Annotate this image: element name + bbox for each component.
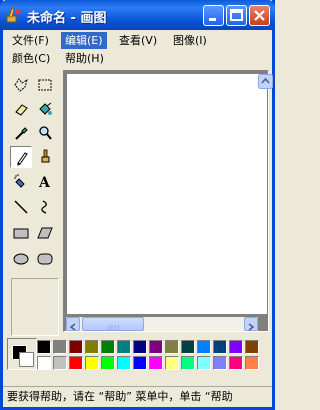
fill-icon <box>39 102 52 115</box>
menu-edit[interactable]: 编辑(E) <box>61 32 107 49</box>
magnifier-icon <box>39 126 52 140</box>
scroll-up-arrow-icon[interactable] <box>258 74 273 89</box>
color-swatch[interactable] <box>181 340 195 354</box>
polygon-tool[interactable] <box>34 222 56 244</box>
color-swatch[interactable] <box>85 356 99 370</box>
color-picker-icon <box>15 127 28 140</box>
minimize-button[interactable] <box>203 5 224 26</box>
color-swatch[interactable] <box>229 340 243 354</box>
rounded-rectangle-tool[interactable] <box>34 248 56 270</box>
color-swatch[interactable] <box>133 340 147 354</box>
eraser-tool[interactable] <box>10 98 32 120</box>
scroll-left-icon <box>69 323 76 331</box>
text-tool[interactable]: A <box>34 170 56 192</box>
scroll-left-button[interactable] <box>66 317 80 331</box>
color-swatch[interactable] <box>133 356 147 370</box>
brush-icon <box>41 149 50 163</box>
color-swatch[interactable] <box>37 356 51 370</box>
menu-image[interactable]: 图像(I) <box>169 32 211 49</box>
color-swatch[interactable] <box>101 356 115 370</box>
menu-bar: 文件(F) 编辑(E) 查看(V) 图像(I) 颜色(C) 帮助(H) <box>3 30 272 66</box>
color-swatch[interactable] <box>117 340 131 354</box>
color-swatch[interactable] <box>149 340 163 354</box>
current-colors[interactable] <box>7 338 37 370</box>
color-swatch[interactable] <box>53 340 67 354</box>
color-swatch[interactable] <box>165 356 179 370</box>
paint-app-icon <box>6 7 21 23</box>
airbrush-tool[interactable] <box>10 170 32 192</box>
color-swatch[interactable] <box>37 340 51 354</box>
maximize-button[interactable] <box>226 5 247 26</box>
color-swatch[interactable] <box>165 340 179 354</box>
color-swatch[interactable] <box>53 356 67 370</box>
svg-text:A: A <box>38 175 51 189</box>
color-swatch[interactable] <box>117 356 131 370</box>
select-icon <box>38 79 52 91</box>
pencil-tool[interactable] <box>10 146 32 168</box>
color-swatch[interactable] <box>213 356 227 370</box>
maximize-icon <box>230 9 243 21</box>
window-title: 未命名 - 画图 <box>27 11 107 26</box>
line-icon <box>14 200 28 214</box>
color-swatch[interactable] <box>181 356 195 370</box>
horizontal-scrollbar[interactable] <box>66 317 258 331</box>
color-swatch[interactable] <box>85 340 99 354</box>
fill-tool[interactable] <box>34 98 56 120</box>
color-swatch[interactable] <box>229 356 243 370</box>
background-color[interactable] <box>19 352 34 367</box>
polygon-icon <box>37 227 53 239</box>
menu-file[interactable]: 文件(F) <box>8 32 53 49</box>
rectangle-icon <box>13 228 29 239</box>
ellipse-icon <box>13 253 29 265</box>
color-swatch[interactable] <box>213 340 227 354</box>
color-swatch[interactable] <box>197 356 211 370</box>
color-swatch[interactable] <box>245 340 259 354</box>
close-button[interactable] <box>249 5 270 26</box>
curve-tool[interactable] <box>34 196 56 218</box>
pencil-icon <box>17 152 28 166</box>
scroll-right-icon <box>248 323 255 331</box>
rectangle-tool[interactable] <box>10 222 32 244</box>
curve-icon <box>41 200 47 214</box>
select-tool[interactable] <box>34 74 56 96</box>
minimize-icon <box>209 18 216 21</box>
text-icon: A <box>38 175 51 189</box>
status-bar: 要获得帮助，请在 “帮助” 菜单中，单击 “帮助 <box>3 386 272 407</box>
close-icon <box>254 10 265 21</box>
ellipse-tool[interactable] <box>10 248 32 270</box>
color-swatch[interactable] <box>197 340 211 354</box>
eraser-icon <box>15 104 28 116</box>
menu-help[interactable]: 帮助(H) <box>61 50 108 67</box>
tool-options-box[interactable] <box>11 278 59 336</box>
rounded-rectangle-icon <box>37 253 53 265</box>
magnifier-tool[interactable] <box>34 122 56 144</box>
color-swatch[interactable] <box>245 356 259 370</box>
grip-icon <box>108 325 119 330</box>
color-swatch[interactable] <box>69 340 83 354</box>
menu-view[interactable]: 查看(V) <box>115 32 161 49</box>
title-bar[interactable]: 未命名 - 画图 <box>0 0 275 30</box>
brush-tool[interactable] <box>34 146 56 168</box>
color-swatch[interactable] <box>101 340 115 354</box>
menu-color[interactable]: 颜色(C) <box>8 50 54 67</box>
drawing-canvas[interactable] <box>67 74 267 314</box>
color-picker-tool[interactable] <box>10 122 32 144</box>
scroll-right-button[interactable] <box>244 317 258 331</box>
scroll-thumb[interactable] <box>82 317 144 331</box>
color-swatch[interactable] <box>69 356 83 370</box>
free-form-select-icon <box>14 78 28 92</box>
line-tool[interactable] <box>10 196 32 218</box>
color-swatch[interactable] <box>149 356 163 370</box>
paint-window: 未命名 - 画图 文件(F) 编辑(E) 查看(V) 图像(I) 颜色(C) 帮… <box>0 0 275 410</box>
canvas-scroll-area <box>63 70 269 332</box>
free-form-select-tool[interactable] <box>10 74 32 96</box>
airbrush-icon <box>14 174 25 188</box>
